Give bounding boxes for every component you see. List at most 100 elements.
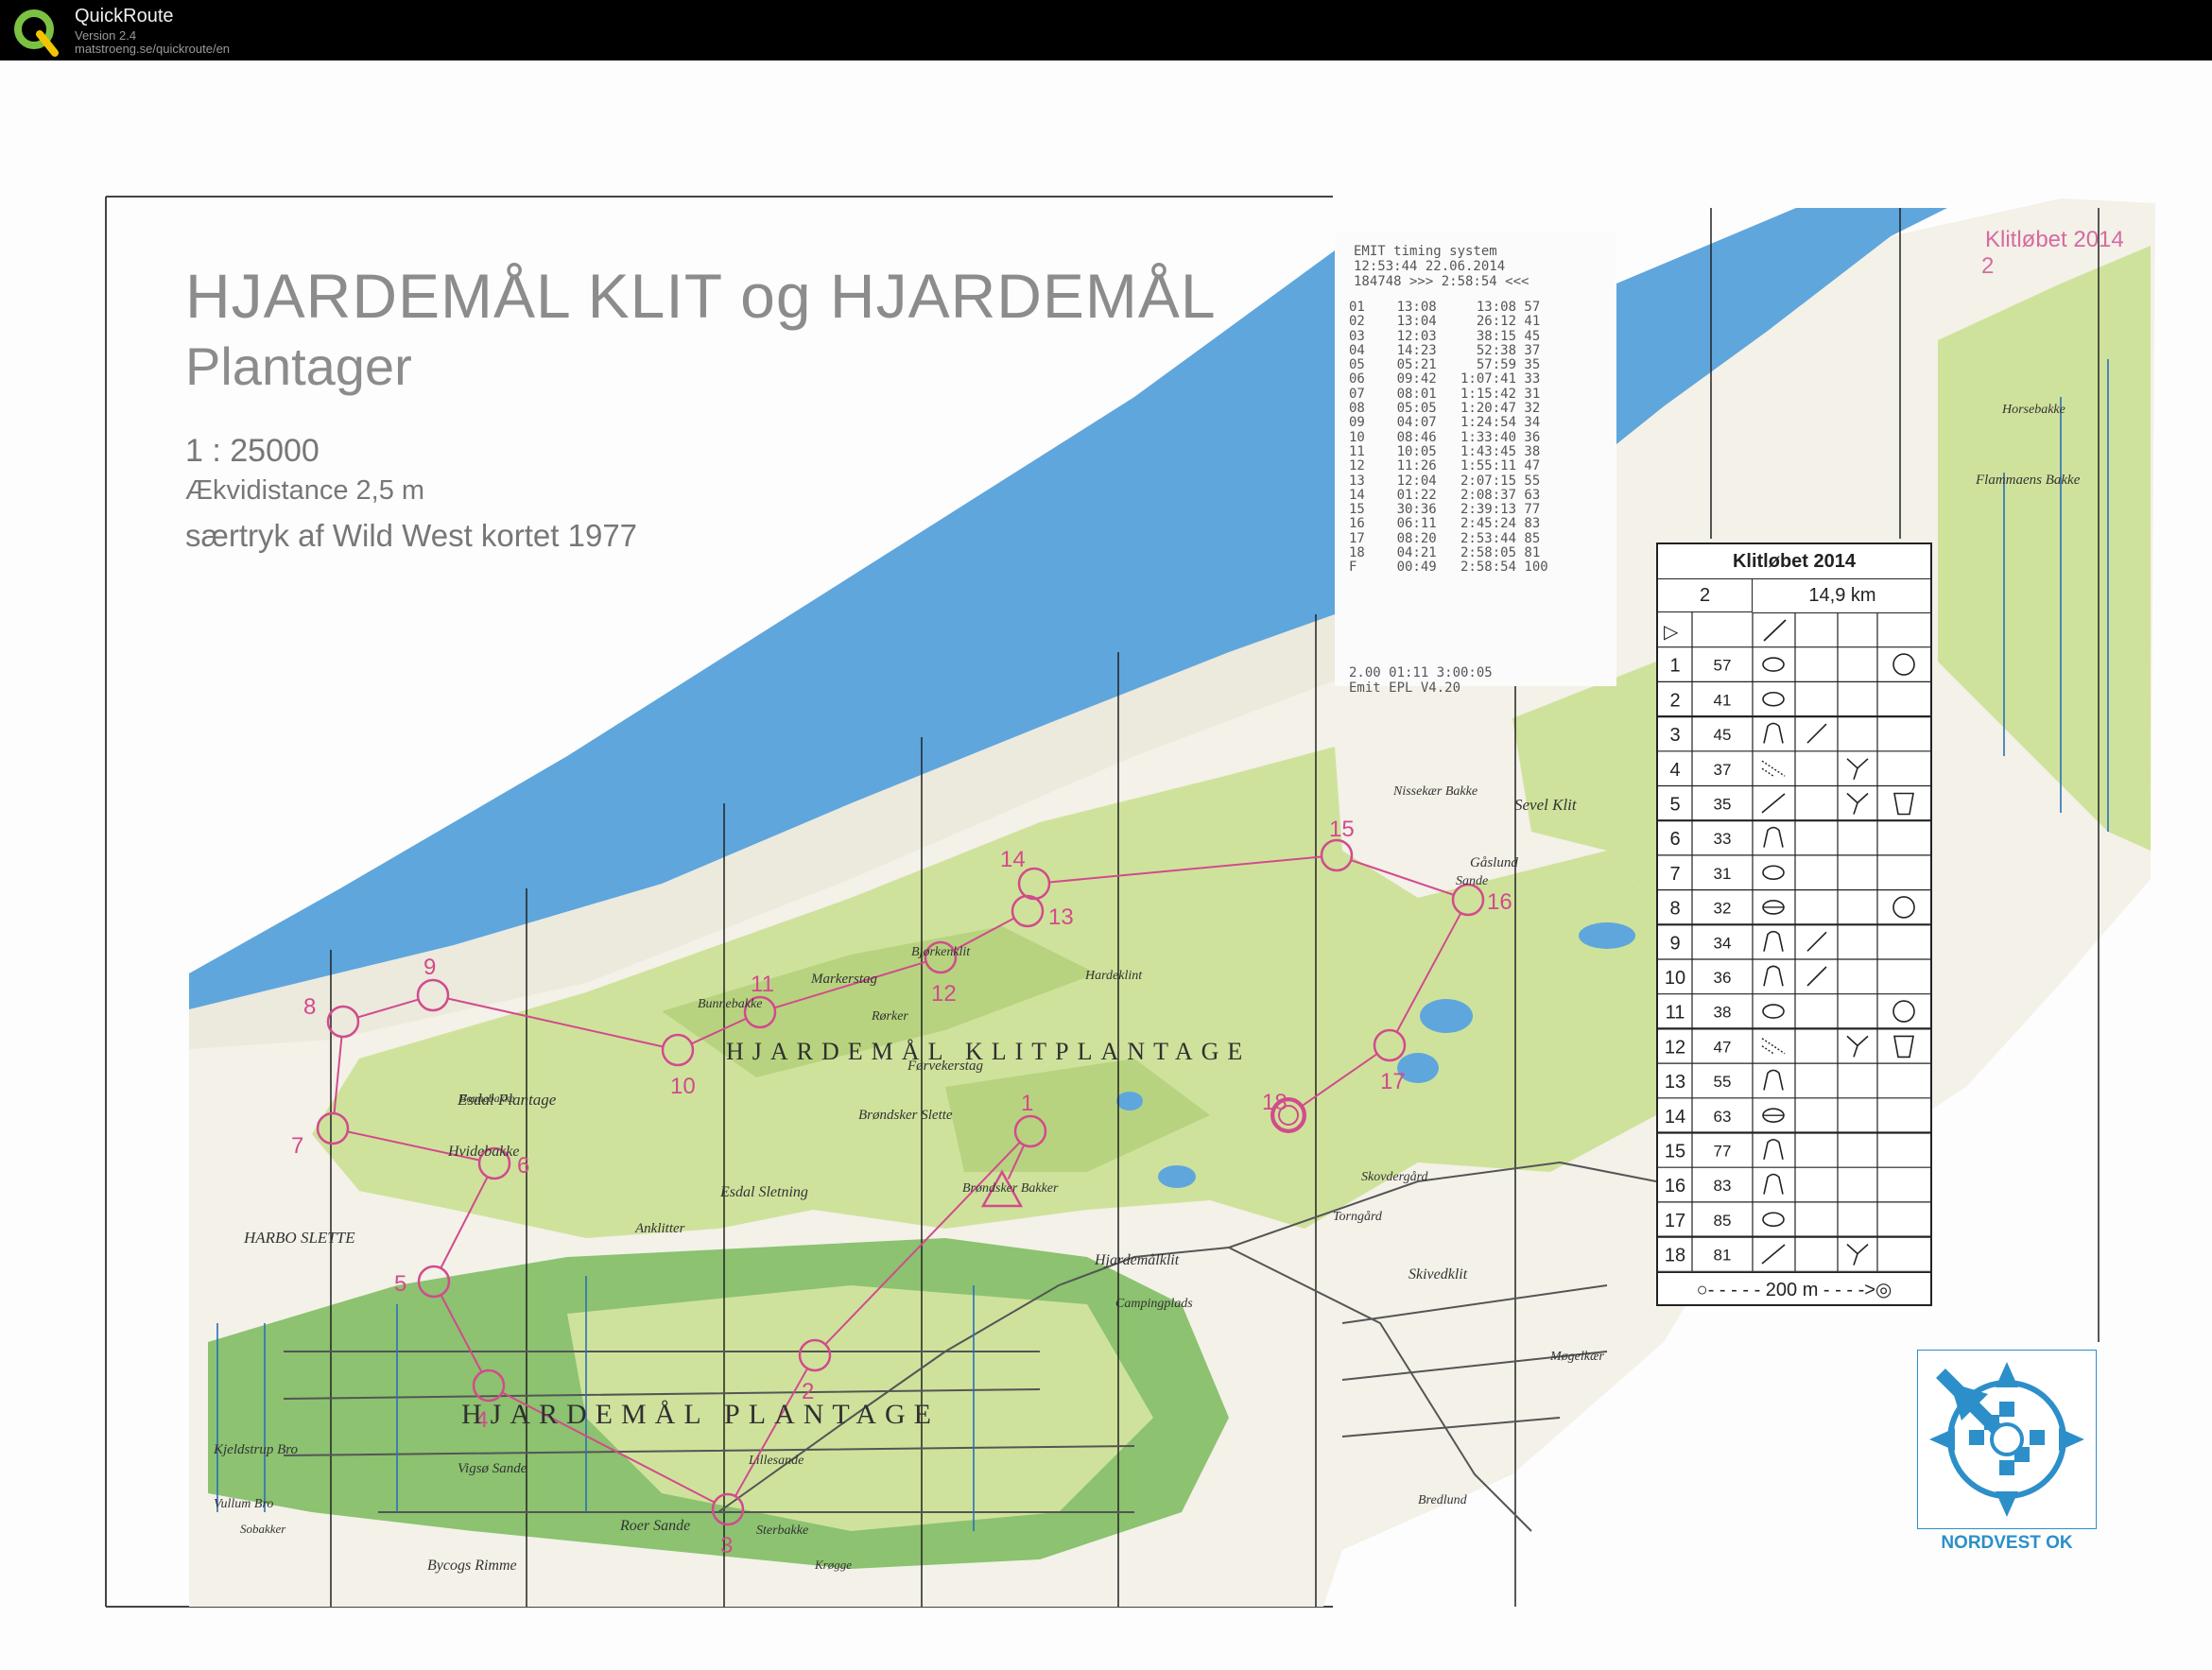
- event-class: 2: [1981, 253, 1995, 279]
- control-number-17: 17: [1380, 1069, 1406, 1094]
- cd-control-number: 6: [1669, 829, 1680, 850]
- cd-control-number: 8: [1669, 899, 1680, 920]
- quickroute-logo-icon: [14, 9, 59, 57]
- split-row: 07 08:01 1:15:42 31: [1349, 386, 1541, 402]
- cd-control-code: 38: [1714, 1004, 1732, 1022]
- control-number-10: 10: [670, 1074, 696, 1099]
- split-rows: 01 13:08 13:08 57 02 13:04 26:12 41 03 12:…: [1349, 300, 1548, 576]
- cd-water-symbol: [1893, 792, 1914, 816]
- app-title-bar: QuickRoute Version 2.4 matstroeng.se/qui…: [0, 0, 2212, 60]
- split-row: 16 06:11 2:45:24 83: [1349, 516, 1541, 532]
- split-row: 18 04:21 2:58:05 81: [1349, 545, 1541, 561]
- cd-control-code: 77: [1714, 1143, 1732, 1161]
- cd-control-code: 81: [1714, 1247, 1732, 1265]
- split-row: 05 05:21 57:59 35: [1349, 357, 1541, 373]
- cd-feature-symbol: [1763, 722, 1784, 744]
- place-name: Lillesande: [749, 1454, 804, 1468]
- place-name: Skivedklit: [1408, 1266, 1468, 1283]
- cd-control-code: 45: [1714, 726, 1732, 744]
- control-number-13: 13: [1048, 904, 1074, 930]
- control-number-8: 8: [303, 994, 316, 1020]
- cd-feature-symbol: [1763, 826, 1784, 848]
- app-url[interactable]: matstroeng.se/quickroute/en: [75, 42, 230, 56]
- place-name: Markerstag: [811, 972, 877, 987]
- cd-control-code: 36: [1714, 969, 1732, 987]
- cd-class: 2: [1658, 578, 1753, 612]
- place-name: Krøgge: [815, 1558, 852, 1572]
- cd-detail-symbol: [1892, 653, 1915, 676]
- place-name: Sterbakke: [756, 1524, 809, 1538]
- split-header-line: 12:53:44 22.06.2014: [1354, 259, 1506, 274]
- cd-feature-symbol: [1763, 930, 1784, 952]
- place-name: Bonnebakke: [459, 1092, 515, 1105]
- event-label: Klitløbet 2014: [1985, 227, 2124, 252]
- cd-control-code: 83: [1714, 1177, 1732, 1195]
- place-name: Hardeklint: [1085, 969, 1143, 983]
- lake: [1420, 999, 1473, 1033]
- place-name: Sobakker: [240, 1522, 286, 1536]
- control-number-14: 14: [1000, 847, 1026, 872]
- cd-control-number: 3: [1669, 725, 1680, 746]
- app-name: QuickRoute: [75, 6, 174, 26]
- place-name: Horsebakke: [2002, 403, 2065, 417]
- place-name: Rørker: [872, 1009, 908, 1024]
- cd-position-symbol: [1846, 792, 1869, 815]
- cd-grid-line: [1806, 723, 1827, 744]
- control-number-1: 1: [1021, 1091, 1033, 1116]
- cd-control-code: 34: [1714, 934, 1732, 952]
- control-number-11: 11: [751, 972, 774, 997]
- split-row: 03 12:03 38:15 45: [1349, 328, 1541, 344]
- split-row: 17 08:20 2:53:44 85: [1349, 530, 1541, 546]
- cd-control-number: 18: [1665, 1246, 1685, 1266]
- cd-control-number: 13: [1665, 1072, 1685, 1093]
- place-name: Anklitter: [635, 1221, 685, 1236]
- cd-grid-line: [1806, 931, 1827, 952]
- cd-control-number: 1: [1669, 656, 1680, 677]
- split-row: F 00:49 2:58:54 100: [1349, 560, 1548, 576]
- place-name: Nissekær Bakke: [1393, 784, 1478, 799]
- cd-detail-symbol: [1892, 896, 1915, 919]
- app-version: Version 2.4: [75, 28, 137, 43]
- cd-feature-symbol: [1763, 965, 1784, 987]
- place-name: Esdal Sletning: [720, 1184, 808, 1200]
- cd-feature-symbol: [1763, 1069, 1784, 1091]
- place-name: Gåslund: [1470, 855, 1518, 870]
- cd-feature-symbol: [1761, 760, 1786, 777]
- place-name: Møgelkær: [1550, 1350, 1604, 1364]
- place-name: Vigsø Sande: [458, 1461, 527, 1476]
- place-name: Bycogs Rimme: [427, 1558, 517, 1574]
- cd-control-code: 33: [1714, 830, 1732, 848]
- cd-control-number: 9: [1669, 933, 1680, 954]
- club-logo-icon: [1917, 1350, 2097, 1529]
- cd-feature-symbol: [1762, 691, 1785, 707]
- place-name: Brøndsker Slette: [858, 1108, 953, 1123]
- control-number-5: 5: [394, 1271, 406, 1297]
- cd-control-number: 16: [1665, 1176, 1685, 1197]
- control-number-7: 7: [291, 1133, 303, 1159]
- split-footer-line: Emit EPL V4.20: [1349, 680, 1461, 696]
- cd-water-symbol: [1893, 1035, 1914, 1059]
- control-number-9: 9: [423, 955, 436, 980]
- cd-control-number: 15: [1665, 1142, 1685, 1162]
- place-name: Bredlund: [1418, 1493, 1467, 1507]
- control-number-18: 18: [1262, 1090, 1287, 1115]
- cd-grid: ▷ 1 57 2 41 3 45 4 37 5 35 6 33 7 31 8 32 9 34 10 36 11 38 12 47…: [1658, 612, 1930, 1272]
- split-row: 04 14:23 52:38 37: [1349, 342, 1541, 358]
- lake: [1158, 1165, 1196, 1188]
- place-name: HARBO SLETTE: [244, 1229, 355, 1247]
- forest-area-label: HJARDEMÅL PLANTAGE: [461, 1399, 940, 1430]
- cd-grid-line: [1763, 619, 1787, 642]
- control-number-12: 12: [931, 981, 957, 1007]
- split-footer: 2.00 01:11 3:00:05 Emit EPL V4.20: [1349, 665, 1493, 696]
- split-row: 02 13:04 26:12 41: [1349, 314, 1541, 330]
- cd-position-symbol: [1846, 1244, 1869, 1265]
- cd-grid-line: [1806, 966, 1827, 987]
- split-row: 13 12:04 2:07:15 55: [1349, 473, 1541, 489]
- place-name: Sande: [1456, 874, 1489, 888]
- place-name: Sevel Klit: [1514, 796, 1577, 814]
- place-name: Torngård: [1333, 1210, 1382, 1224]
- place-name: Campingplads: [1115, 1297, 1193, 1311]
- cd-feature-symbol: [1762, 1004, 1785, 1019]
- map-title: HJARDEMÅL KLIT og HJARDEMÅL: [185, 261, 1217, 331]
- control-number-15: 15: [1329, 817, 1355, 842]
